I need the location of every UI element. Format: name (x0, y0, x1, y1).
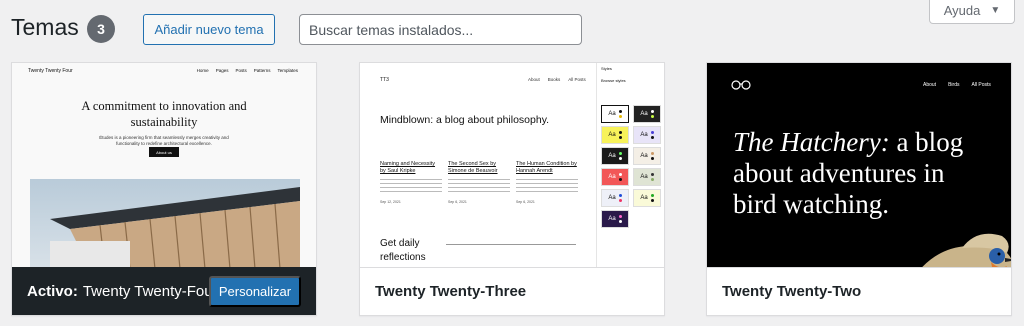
preview-nav-item: About (528, 77, 540, 82)
preview-site-title: Twenty Twenty Four (28, 68, 73, 74)
theme-card-twenty-twenty-three[interactable]: TT3 About Books All Posts Mindblown: a b… (359, 62, 665, 316)
preview-sidebar-subtitle: Browse styles (601, 78, 626, 83)
theme-screenshot[interactable]: Twenty Twenty Four Home Pages Posts Patt… (12, 63, 316, 267)
theme-name: Twenty Twenty-Four (82, 282, 218, 300)
preview-post-date: Sep 6, 2021 (516, 200, 535, 204)
theme-name: Twenty Twenty-Two (707, 267, 1011, 315)
preview-nav-item: Patterns (253, 68, 271, 73)
bird-illustration (907, 228, 1011, 267)
preview-canvas: TT3 About Books All Posts Mindblown: a b… (360, 63, 596, 267)
preview-nav: Home Pages Posts Patterns Templates (197, 68, 298, 73)
preview-nav: About Birds All Posts (923, 82, 991, 88)
preview-divider (446, 244, 576, 245)
preview-subtext: Études is a pioneering firm that seamles… (99, 135, 229, 146)
style-swatch: Aa (633, 147, 661, 165)
swatch-label: Aa (608, 132, 616, 138)
preview-nav-item: About (923, 82, 937, 88)
style-swatch: Aa (601, 168, 629, 186)
swatch-label: Aa (608, 153, 616, 159)
swatch-label: Aa (608, 111, 616, 117)
preview-nav-item: Templates (277, 68, 298, 73)
theme-card-twenty-twenty-four[interactable]: Twenty Twenty Four Home Pages Posts Patt… (11, 62, 317, 316)
preview-post: Naming and Necessity by Saul Kripke Sep … (380, 161, 442, 204)
theme-screenshot[interactable]: About Birds All Posts The Hatchery: a bl… (707, 63, 1011, 267)
theme-name: Twenty Twenty-Three (360, 267, 664, 315)
caret-down-icon: ▼ (990, 5, 1001, 16)
style-swatch: Aa (633, 168, 661, 186)
page-title: Temas (11, 14, 79, 40)
preview-headline: A commitment to innovation and sustainab… (81, 99, 247, 129)
preview-footer-heading: Get daily reflections (380, 238, 426, 263)
active-theme-bar: Activo: Twenty Twenty-Four Personalizar (12, 267, 316, 315)
preview-post-excerpt (380, 179, 442, 195)
preview-nav-item: Pages (215, 68, 229, 73)
preview-post-excerpt (448, 179, 510, 195)
style-swatch: Aa (633, 105, 661, 123)
preview-sidebar-title: Styles (601, 66, 612, 71)
customize-button[interactable]: Personalizar (209, 276, 301, 307)
active-label: Activo: (27, 282, 78, 300)
help-tab-label: Ayuda (943, 3, 981, 18)
swatch-label: Aa (640, 111, 648, 117)
preview-nav-item: Birds (948, 82, 960, 88)
swatch-label: Aa (640, 174, 648, 180)
binoculars-logo-icon (731, 80, 751, 93)
add-new-theme-button[interactable]: Añadir nuevo tema (143, 14, 275, 45)
preview-headline-italic: The Hatchery: (733, 127, 890, 157)
preview-post-title: The Second Sex by Simone de Beauvoir (448, 161, 498, 174)
preview-styles-sidebar: Styles Browse styles Aa Aa Aa Aa Aa Aa A… (596, 63, 664, 267)
preview-nav-item: All Posts (568, 77, 586, 82)
preview-post-title: The Human Condition by Hannah Arendt (516, 161, 577, 174)
style-swatch: Aa (601, 189, 629, 207)
style-swatch: Aa (601, 126, 629, 144)
preview-nav-item: Books (547, 77, 561, 82)
preview-headline: The Hatchery: a blog about adventures in… (733, 127, 993, 220)
preview-site-title: TT3 (380, 77, 389, 83)
preview-post-date: Sep 6, 2021 (448, 200, 467, 204)
style-swatch: Aa (633, 126, 661, 144)
theme-card-twenty-twenty-two[interactable]: About Birds All Posts The Hatchery: a bl… (706, 62, 1012, 316)
preview-building-photo (30, 179, 300, 267)
theme-count-badge: 3 (87, 15, 115, 43)
style-swatch: Aa (601, 105, 629, 123)
swatch-label: Aa (608, 216, 616, 222)
search-installed-themes-input[interactable] (299, 14, 582, 45)
help-tab-button[interactable]: Ayuda ▼ (929, 0, 1015, 24)
theme-screenshot[interactable]: TT3 About Books All Posts Mindblown: a b… (360, 63, 664, 267)
preview-button: About us (149, 147, 179, 157)
swatch-label: Aa (608, 195, 616, 201)
preview-nav: About Books All Posts (528, 77, 586, 82)
style-swatch: Aa (601, 147, 629, 165)
preview-nav-item: All Posts (971, 82, 991, 88)
swatch-label: Aa (608, 174, 616, 180)
preview-post-title: Naming and Necessity by Saul Kripke (380, 161, 436, 174)
preview-nav-item: Posts (235, 68, 247, 73)
style-swatch: Aa (633, 189, 661, 207)
preview-nav-item: Home (196, 68, 209, 73)
preview-post-excerpt (516, 179, 578, 195)
swatch-label: Aa (640, 195, 648, 201)
preview-post-date: Sep 12, 2021 (380, 200, 401, 204)
style-swatch: Aa (601, 210, 629, 228)
preview-post: The Second Sex by Simone de Beauvoir Sep… (448, 161, 510, 204)
preview-post: The Human Condition by Hannah Arendt Sep… (516, 161, 578, 204)
preview-headline: Mindblown: a blog about philosophy. (380, 114, 550, 126)
swatch-label: Aa (640, 132, 648, 138)
swatch-label: Aa (640, 153, 648, 159)
